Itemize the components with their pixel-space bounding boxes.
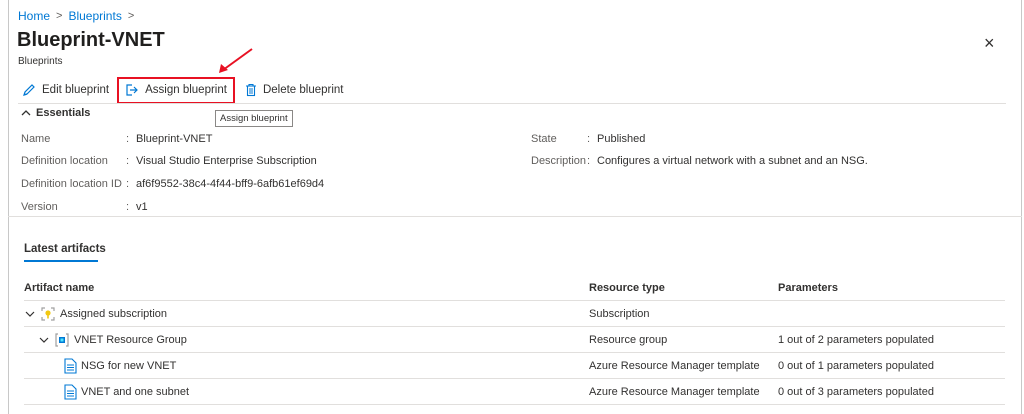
colon: : (126, 155, 130, 167)
pencil-icon (23, 84, 35, 96)
field-value: Published (597, 133, 646, 145)
column-header-parameters: Parameters (778, 282, 838, 294)
resource-type: Azure Resource Manager template (589, 385, 760, 398)
divider (8, 216, 1022, 217)
template-document-icon (64, 357, 77, 374)
essentials-toggle[interactable]: Essentials (21, 107, 90, 119)
page-subtitle: Blueprints (18, 56, 63, 67)
parameters: 1 out of 2 parameters populated (778, 333, 934, 346)
breadcrumb-separator: > (127, 10, 135, 22)
assign-blueprint-button[interactable]: Assign blueprint (117, 76, 235, 104)
column-header-artifact-name: Artifact name (24, 282, 95, 294)
artifact-name-cell: Assigned subscription (24, 306, 589, 322)
resource-type: Resource group (589, 333, 668, 346)
trash-icon (245, 83, 256, 97)
assign-tooltip: Assign blueprint (215, 110, 293, 127)
breadcrumb-home[interactable]: Home (18, 9, 50, 23)
parameters: 0 out of 1 parameters populated (778, 359, 934, 372)
essentials-definition-location: Definition location : Visual Studio Ente… (21, 155, 317, 167)
colon: : (587, 133, 591, 145)
table-row[interactable]: VNET Resource Group Resource group 1 out… (24, 327, 1005, 353)
breadcrumb: Home > Blueprints > (18, 9, 134, 23)
assign-icon (126, 84, 138, 96)
tab-selected-indicator (24, 260, 98, 262)
subscription-icon (41, 306, 55, 321)
field-label: Version (21, 201, 58, 213)
resource-type: Azure Resource Manager template (589, 359, 760, 372)
table-header: Artifact name Resource type Parameters (24, 276, 1005, 301)
delete-blueprint-label: Delete blueprint (262, 84, 344, 96)
artifacts-table: Artifact name Resource type Parameters A… (24, 276, 1005, 405)
colon: : (587, 155, 591, 167)
edit-blueprint-label: Edit blueprint (42, 84, 110, 96)
artifact-name-cell: NSG for new VNET (24, 357, 589, 374)
chevron-down-icon[interactable] (38, 334, 50, 346)
assign-blueprint-label: Assign blueprint (145, 84, 227, 96)
artifact-name: NSG for new VNET (81, 359, 177, 372)
resource-group-icon (55, 332, 69, 347)
artifact-name: VNET and one subnet (81, 385, 190, 398)
field-label: Name (21, 133, 51, 145)
essentials-state: State : Published (531, 133, 645, 145)
artifact-name-cell: VNET and one subnet (24, 383, 589, 400)
essentials-name: Name : Blueprint-VNET (21, 133, 212, 145)
colon: : (126, 201, 130, 213)
field-label: State (531, 133, 557, 145)
command-bar: Edit blueprint Assign blueprint Delete b… (18, 76, 348, 104)
template-document-icon (64, 383, 77, 400)
tab-latest-artifacts[interactable]: Latest artifacts (24, 243, 106, 255)
artifact-name: Assigned subscription (60, 307, 168, 320)
chevron-up-icon (21, 110, 31, 116)
breadcrumb-blueprints[interactable]: Blueprints (68, 9, 121, 23)
essentials-version: Version : v1 (21, 201, 148, 213)
essentials-heading: Essentials (36, 107, 91, 119)
field-label: Definition location (21, 155, 108, 167)
parameters: 0 out of 3 parameters populated (778, 385, 934, 398)
field-value: v1 (136, 201, 148, 213)
delete-blueprint-button[interactable]: Delete blueprint (241, 78, 348, 102)
field-value: af6f9552-38c4-4f44-bff9-6afb61ef69d4 (136, 178, 325, 190)
annotation-arrow-icon (219, 48, 253, 73)
field-label: Description (531, 155, 587, 167)
resource-type: Subscription (589, 307, 650, 320)
colon: : (126, 133, 130, 145)
artifact-name-cell: VNET Resource Group (24, 332, 589, 348)
page-title: Blueprint-VNET (17, 29, 165, 51)
close-icon[interactable]: × (984, 34, 995, 52)
column-header-resource-type: Resource type (589, 282, 665, 294)
field-value: Blueprint-VNET (136, 133, 213, 145)
colon: : (126, 178, 130, 190)
essentials-definition-location-id: Definition location ID : af6f9552-38c4-4… (21, 178, 324, 190)
artifact-name: VNET Resource Group (74, 333, 187, 346)
edit-blueprint-button[interactable]: Edit blueprint (18, 78, 113, 102)
field-value: Configures a virtual network with a subn… (597, 155, 868, 167)
divider (18, 103, 1006, 104)
table-row[interactable]: Assigned subscription Subscription (24, 301, 1005, 327)
essentials-description: Description : Configures a virtual netwo… (531, 155, 868, 167)
table-row[interactable]: NSG for new VNET Azure Resource Manager … (24, 353, 1005, 379)
field-value: Visual Studio Enterprise Subscription (136, 155, 317, 167)
table-row[interactable]: VNET and one subnet Azure Resource Manag… (24, 379, 1005, 405)
field-label: Definition location ID (21, 178, 122, 190)
chevron-down-icon[interactable] (24, 308, 36, 320)
breadcrumb-separator: > (56, 10, 63, 22)
